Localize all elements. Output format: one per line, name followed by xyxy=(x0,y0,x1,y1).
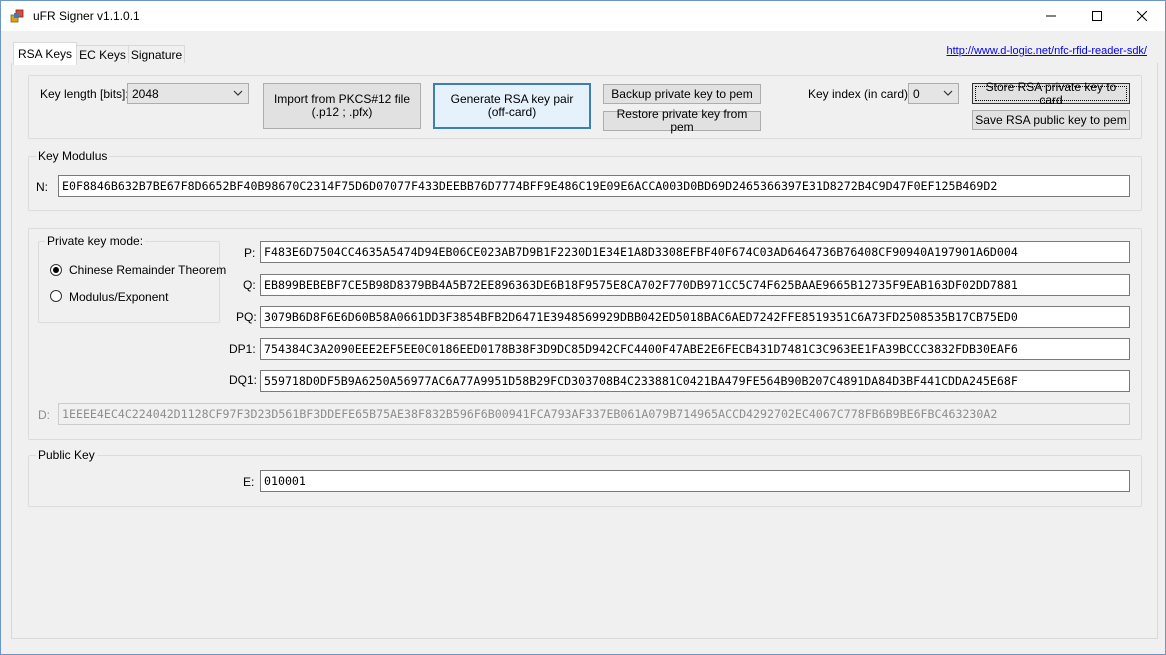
q-label: Q: xyxy=(243,278,256,292)
p-label: P: xyxy=(244,246,256,260)
n-label: N: xyxy=(36,180,48,194)
chevron-down-icon xyxy=(233,90,243,96)
tab-rsa-keys[interactable]: RSA Keys xyxy=(13,42,77,65)
crt-p-field[interactable]: F483E6D7504CC4635A5474D94EB06CE023AB7D9B… xyxy=(260,241,1130,263)
crt-dq1-field[interactable]: 559718D0DF5B9A6250A56977AC6A77A9951D58B2… xyxy=(260,370,1130,392)
import-pkcs12-button[interactable]: Import from PKCS#12 file (.p12 ; .pfx) xyxy=(263,83,421,129)
title-bar[interactable]: uFR Signer v1.1.0.1 xyxy=(1,1,1165,31)
app-icon xyxy=(10,9,24,23)
dq1-label: DQ1: xyxy=(229,373,258,387)
minimize-icon xyxy=(1046,15,1056,17)
key-length-select[interactable]: 2048 xyxy=(127,83,249,104)
private-key-mode-label: Private key mode: xyxy=(45,234,146,248)
public-key-group-label: Public Key xyxy=(36,448,97,462)
dp1-label: DP1: xyxy=(229,342,256,356)
key-index-label: Key index (in card): xyxy=(808,87,912,101)
generate-button-line2: (off-card) xyxy=(487,105,537,119)
crt-radio-label[interactable]: Chinese Remainder Theorem xyxy=(69,263,226,277)
pq-label: PQ: xyxy=(236,310,257,324)
import-button-line2: (.p12 ; .pfx) xyxy=(311,105,373,119)
crt-q-field[interactable]: EB899BEBEBF7CE5B98D8379BB4A5B72EE896363D… xyxy=(260,274,1130,296)
save-public-key-button[interactable]: Save RSA public key to pem xyxy=(972,110,1130,130)
crt-radio[interactable] xyxy=(50,264,62,276)
tab-signature[interactable]: Signature xyxy=(128,45,185,64)
app-window: uFR Signer v1.1.0.1 RSA Keys EC Keys Sig… xyxy=(0,0,1166,655)
crt-pq-field[interactable]: 3079B6D8F6E6D60B58A0661DD3F3854BFB2D6471… xyxy=(260,306,1130,328)
e-label: E: xyxy=(243,475,255,489)
close-icon xyxy=(1137,11,1147,21)
key-modulus-group-label: Key Modulus xyxy=(36,149,110,163)
key-index-select[interactable]: 0 xyxy=(908,83,959,104)
maximize-button[interactable] xyxy=(1074,1,1120,31)
modulus-n-field[interactable]: E0F8846B632B7BE67F8D6652BF40B98670C2314F… xyxy=(58,175,1130,197)
d-label: D: xyxy=(38,408,50,422)
private-exponent-d-field: 1EEEE4EC4C224042D1128CF97F3D23D561BF3DDE… xyxy=(58,403,1130,425)
close-button[interactable] xyxy=(1119,1,1165,31)
minimize-button[interactable] xyxy=(1028,1,1074,31)
store-private-key-button[interactable]: Store RSA private key to card xyxy=(972,80,1130,106)
rsa-keys-page: Key length [bits]: 2048 Import from PKCS… xyxy=(11,63,1158,639)
public-exponent-e-field[interactable]: 010001 xyxy=(260,470,1130,492)
backup-private-key-button[interactable]: Backup private key to pem xyxy=(603,84,761,104)
maximize-icon xyxy=(1092,11,1102,21)
chevron-down-icon xyxy=(943,90,953,96)
generate-rsa-button[interactable]: Generate RSA key pair (off-card) xyxy=(433,83,591,129)
private-key-mode-group xyxy=(38,241,220,323)
sdk-link[interactable]: http://www.d-logic.net/nfc-rfid-reader-s… xyxy=(946,45,1147,57)
modulus-exponent-radio[interactable] xyxy=(50,290,62,302)
crt-dp1-field[interactable]: 754384C3A2090EEE2EF5EE0C0186EED0178B38F3… xyxy=(260,338,1130,360)
restore-private-key-button[interactable]: Restore private key from pem xyxy=(603,108,761,134)
tab-ec-keys[interactable]: EC Keys xyxy=(76,45,129,64)
window-title: uFR Signer v1.1.0.1 xyxy=(33,9,140,23)
key-length-label: Key length [bits]: xyxy=(40,87,129,101)
key-index-value: 0 xyxy=(913,86,920,101)
key-length-value: 2048 xyxy=(132,86,159,101)
modulus-exponent-radio-label[interactable]: Modulus/Exponent xyxy=(69,290,168,304)
